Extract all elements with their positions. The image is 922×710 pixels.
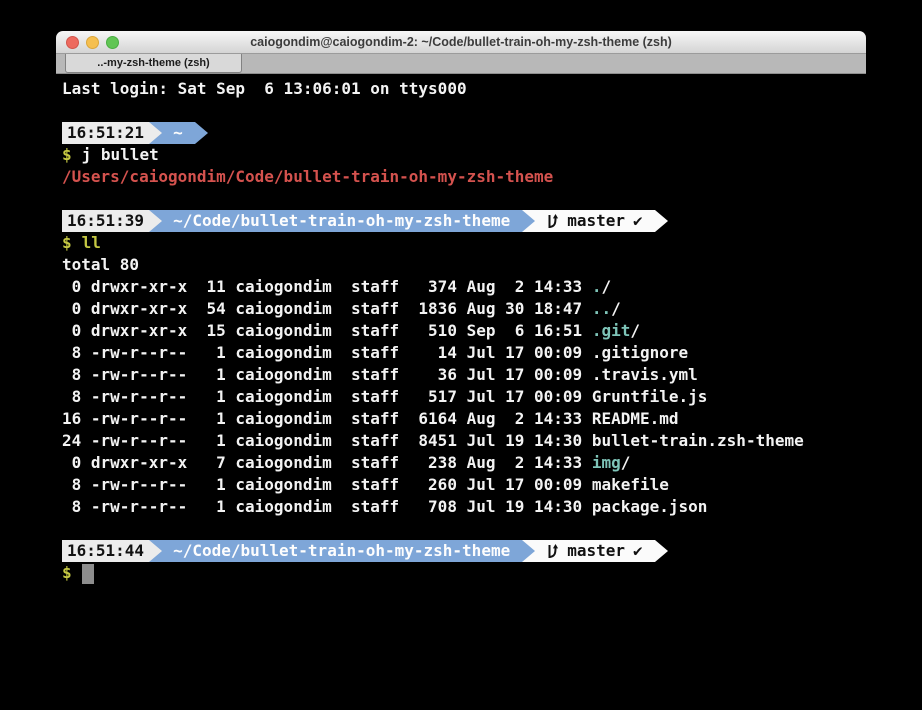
- prompt-path-segment: ~/Code/bullet-train-oh-my-zsh-theme: [149, 540, 522, 562]
- file-name: .gitignore: [592, 343, 688, 362]
- prompt-line-1: 16:51:21 ~: [62, 122, 922, 144]
- prompt-time-segment: 16:51:44: [62, 540, 149, 562]
- file-listing: 0 drwxr-xr-x 11 caiogondim staff 374 Aug…: [62, 276, 922, 518]
- tab-label: ..-my-zsh-theme (zsh): [97, 57, 209, 69]
- file-name: img: [592, 453, 621, 472]
- prompt-line-2: 16:51:39 ~/Code/bullet-train-oh-my-zsh-t…: [62, 210, 922, 232]
- prompt-dollar: $: [62, 233, 72, 252]
- file-name: .: [592, 277, 602, 296]
- prompt-dollar: $: [62, 563, 72, 582]
- file-suffix: /: [601, 277, 611, 296]
- file-row-meta: 0 drwxr-xr-x 15 caiogondim staff 510 Sep…: [62, 321, 592, 340]
- prompt-git-segment: master ✔: [522, 210, 654, 232]
- file-row-meta: 8 -rw-r--r-- 1 caiogondim staff 36 Jul 1…: [62, 365, 592, 384]
- file-suffix: /: [621, 453, 631, 472]
- git-branch-icon: [546, 213, 559, 230]
- tab-active[interactable]: ..-my-zsh-theme (zsh): [65, 54, 242, 73]
- command-line-2: $ ll: [62, 232, 922, 254]
- file-row-meta: 8 -rw-r--r-- 1 caiogondim staff 708 Jul …: [62, 497, 592, 516]
- file-name: .travis.yml: [592, 365, 698, 384]
- file-row: 8 -rw-r--r-- 1 caiogondim staff 517 Jul …: [62, 386, 922, 408]
- file-name: README.md: [592, 409, 679, 428]
- close-button[interactable]: [66, 36, 79, 49]
- file-row: 8 -rw-r--r-- 1 caiogondim staff 708 Jul …: [62, 496, 922, 518]
- prompt-dollar: $: [62, 145, 72, 164]
- file-row-meta: 8 -rw-r--r-- 1 caiogondim staff 517 Jul …: [62, 387, 592, 406]
- prompt-line-3: 16:51:44 ~/Code/bullet-train-oh-my-zsh-t…: [62, 540, 922, 562]
- git-branch-label: master: [567, 540, 625, 562]
- command-text: ll: [82, 233, 101, 252]
- file-name: bullet-train.zsh-theme: [592, 431, 804, 450]
- file-name: .git: [592, 321, 631, 340]
- git-clean-check-icon: ✔: [633, 540, 643, 562]
- file-row-meta: 16 -rw-r--r-- 1 caiogondim staff 6164 Au…: [62, 409, 592, 428]
- file-name: ..: [592, 299, 611, 318]
- terminal-window: caiogondim@caiogondim-2: ~/Code/bullet-t…: [56, 31, 866, 74]
- last-login-line: Last login: Sat Sep 6 13:06:01 on ttys00…: [62, 78, 922, 100]
- file-suffix: /: [611, 299, 621, 318]
- terminal-content[interactable]: Last login: Sat Sep 6 13:06:01 on ttys00…: [62, 78, 922, 584]
- window-title: caiogondim@caiogondim-2: ~/Code/bullet-t…: [56, 31, 866, 53]
- window-titlebar[interactable]: caiogondim@caiogondim-2: ~/Code/bullet-t…: [56, 31, 866, 54]
- prompt-time-segment: 16:51:21: [62, 122, 149, 144]
- prompt-git-segment: master ✔: [522, 540, 654, 562]
- file-row-meta: 0 drwxr-xr-x 7 caiogondim staff 238 Aug …: [62, 453, 592, 472]
- file-row: 0 drwxr-xr-x 54 caiogondim staff 1836 Au…: [62, 298, 922, 320]
- file-row-meta: 0 drwxr-xr-x 11 caiogondim staff 374 Aug…: [62, 277, 592, 296]
- file-name: Gruntfile.js: [592, 387, 708, 406]
- file-row: 0 drwxr-xr-x 15 caiogondim staff 510 Sep…: [62, 320, 922, 342]
- current-input-line[interactable]: $: [62, 562, 922, 584]
- file-row: 0 drwxr-xr-x 11 caiogondim staff 374 Aug…: [62, 276, 922, 298]
- prompt-time-segment: 16:51:39: [62, 210, 149, 232]
- file-row: 8 -rw-r--r-- 1 caiogondim staff 14 Jul 1…: [62, 342, 922, 364]
- file-row: 24 -rw-r--r-- 1 caiogondim staff 8451 Ju…: [62, 430, 922, 452]
- tab-bar: ..-my-zsh-theme (zsh): [56, 54, 866, 74]
- file-row-meta: 24 -rw-r--r-- 1 caiogondim staff 8451 Ju…: [62, 431, 592, 450]
- file-row: 8 -rw-r--r-- 1 caiogondim staff 260 Jul …: [62, 474, 922, 496]
- file-row: 16 -rw-r--r-- 1 caiogondim staff 6164 Au…: [62, 408, 922, 430]
- file-row-meta: 0 drwxr-xr-x 54 caiogondim staff 1836 Au…: [62, 299, 592, 318]
- file-suffix: /: [630, 321, 640, 340]
- command-text: j bullet: [82, 145, 159, 164]
- git-branch-icon: [546, 543, 559, 560]
- terminal-cursor: [82, 564, 94, 584]
- git-clean-check-icon: ✔: [633, 210, 643, 232]
- prompt-path-segment: ~/Code/bullet-train-oh-my-zsh-theme: [149, 210, 522, 232]
- file-name: makefile: [592, 475, 669, 494]
- command-output: /Users/caiogondim/Code/bullet-train-oh-m…: [62, 166, 922, 188]
- traffic-lights: [66, 31, 119, 53]
- command-line-1: $ j bullet: [62, 144, 922, 166]
- listing-total: total 80: [62, 254, 922, 276]
- file-row-meta: 8 -rw-r--r-- 1 caiogondim staff 260 Jul …: [62, 475, 592, 494]
- file-row: 8 -rw-r--r-- 1 caiogondim staff 36 Jul 1…: [62, 364, 922, 386]
- zoom-button[interactable]: [106, 36, 119, 49]
- minimize-button[interactable]: [86, 36, 99, 49]
- file-row-meta: 8 -rw-r--r-- 1 caiogondim staff 14 Jul 1…: [62, 343, 592, 362]
- file-row: 0 drwxr-xr-x 7 caiogondim staff 238 Aug …: [62, 452, 922, 474]
- file-name: package.json: [592, 497, 708, 516]
- git-branch-label: master: [567, 210, 625, 232]
